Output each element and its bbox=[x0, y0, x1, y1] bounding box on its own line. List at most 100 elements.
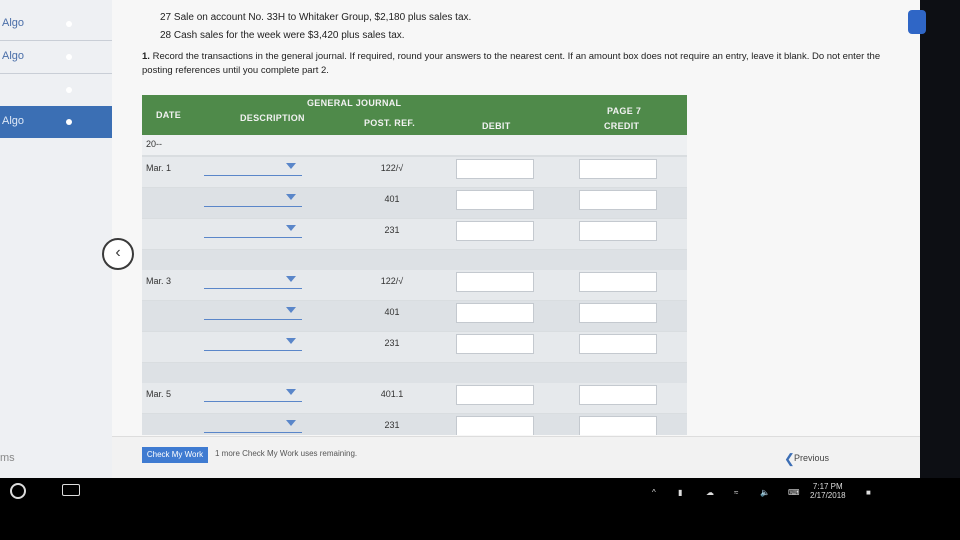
debit-input[interactable] bbox=[456, 272, 534, 292]
sidebar-item-1[interactable]: Algo bbox=[0, 8, 112, 40]
row-post-ref: 401 bbox=[384, 307, 400, 317]
cloud-icon[interactable]: ☁ bbox=[706, 488, 714, 497]
journal-year: 20-- bbox=[146, 139, 163, 149]
journal-header: GENERAL JOURNAL PAGE 7 DATE DESCRIPTION … bbox=[142, 95, 687, 135]
sidebar-item-2[interactable]: Algo bbox=[0, 41, 112, 73]
chevron-down-icon bbox=[286, 420, 296, 426]
journal-row: 231 bbox=[142, 414, 687, 435]
journal-spacer-row bbox=[142, 363, 687, 383]
status-dot bbox=[66, 119, 72, 125]
credit-input[interactable] bbox=[579, 221, 657, 241]
description-dropdown[interactable] bbox=[204, 336, 302, 351]
journal-page-label: PAGE 7 bbox=[607, 106, 642, 116]
description-dropdown[interactable] bbox=[204, 223, 302, 238]
clock-time: 7:17 PM bbox=[812, 482, 843, 491]
description-dropdown[interactable] bbox=[204, 161, 302, 176]
task-view-icon[interactable] bbox=[62, 484, 80, 496]
debit-input[interactable] bbox=[456, 385, 534, 405]
debit-input[interactable] bbox=[456, 303, 534, 323]
sidebar-footer-label: ms bbox=[0, 452, 15, 464]
journal-title: GENERAL JOURNAL bbox=[307, 98, 402, 108]
credit-input[interactable] bbox=[579, 190, 657, 210]
row-date: Mar. 5 bbox=[146, 389, 172, 399]
journal-row: Mar. 3 122/√ bbox=[142, 270, 687, 300]
check-note: 1 more Check My Work uses remaining. bbox=[215, 449, 358, 458]
journal-row: Mar. 1 122/√ bbox=[142, 157, 687, 187]
row-post-ref: 401 bbox=[384, 194, 400, 204]
general-journal: GENERAL JOURNAL PAGE 7 DATE DESCRIPTION … bbox=[142, 95, 687, 435]
volume-icon[interactable]: 🔈 bbox=[760, 488, 770, 497]
sidebar-item-label: Algo bbox=[2, 50, 25, 62]
instruction-text: Record the transactions in the general j… bbox=[142, 51, 881, 76]
notification-icon[interactable]: ■ bbox=[866, 488, 871, 497]
chevron-down-icon bbox=[286, 163, 296, 169]
battery-icon[interactable]: ▮ bbox=[678, 488, 682, 497]
journal-row: 231 bbox=[142, 332, 687, 362]
header-post-ref: POST. REF. bbox=[364, 118, 416, 128]
credit-input[interactable] bbox=[579, 416, 657, 435]
row-post-ref: 231 bbox=[384, 225, 400, 235]
instructions: 1. Record the transactions in the genera… bbox=[142, 50, 912, 78]
sidebar-item-label: Algo bbox=[2, 17, 25, 29]
header-debit: DEBIT bbox=[482, 121, 511, 131]
scrollbar-thumb[interactable] bbox=[908, 10, 926, 34]
description-dropdown[interactable] bbox=[204, 387, 302, 402]
chevron-down-icon bbox=[286, 338, 296, 344]
footer-bar: Check My Work 1 more Check My Work uses … bbox=[112, 436, 920, 479]
description-dropdown[interactable] bbox=[204, 305, 302, 320]
previous-button[interactable]: Previous bbox=[794, 453, 829, 463]
journal-row: Mar. 5 401.1 bbox=[142, 383, 687, 413]
keyboard-icon[interactable]: ⌨ bbox=[788, 488, 800, 497]
journal-row: 231 bbox=[142, 219, 687, 249]
debit-input[interactable] bbox=[456, 221, 534, 241]
debit-input[interactable] bbox=[456, 190, 534, 210]
collapse-sidebar-button[interactable]: ‹ bbox=[102, 238, 134, 270]
wifi-icon[interactable]: ≈ bbox=[734, 488, 738, 497]
row-date: Mar. 1 bbox=[146, 163, 172, 173]
header-date: DATE bbox=[156, 110, 182, 120]
taskbar: ^ ▮ ☁ ≈ 🔈 ⌨ 7:17 PM 2/17/2018 ■ bbox=[0, 478, 960, 540]
chevron-down-icon bbox=[286, 276, 296, 282]
cortana-icon[interactable] bbox=[10, 483, 26, 499]
status-dot bbox=[66, 21, 72, 27]
sidebar: Algo Algo Algo ms bbox=[0, 0, 112, 478]
description-dropdown[interactable] bbox=[204, 274, 302, 289]
question-line-28: 28 Cash sales for the week were $3,420 p… bbox=[160, 30, 405, 41]
system-clock[interactable]: 7:17 PM 2/17/2018 bbox=[810, 482, 846, 500]
credit-input[interactable] bbox=[579, 159, 657, 179]
chevron-down-icon bbox=[286, 225, 296, 231]
journal-row: 401 bbox=[142, 188, 687, 218]
row-post-ref: 401.1 bbox=[380, 389, 404, 399]
description-dropdown[interactable] bbox=[204, 418, 302, 433]
chevron-left-icon: ‹ bbox=[115, 244, 121, 261]
row-post-ref: 231 bbox=[384, 420, 400, 430]
chevron-down-icon bbox=[286, 194, 296, 200]
chevron-down-icon bbox=[286, 307, 296, 313]
row-post-ref: 122/√ bbox=[380, 276, 404, 286]
credit-input[interactable] bbox=[579, 385, 657, 405]
instruction-number: 1. bbox=[142, 51, 150, 62]
credit-input[interactable] bbox=[579, 303, 657, 323]
check-my-work-button[interactable]: Check My Work bbox=[142, 447, 208, 463]
description-dropdown[interactable] bbox=[204, 192, 302, 207]
main-panel: 27 Sale on account No. 33H to Whitaker G… bbox=[112, 0, 926, 478]
chevron-up-icon[interactable]: ^ bbox=[652, 488, 656, 497]
debit-input[interactable] bbox=[456, 334, 534, 354]
question-line-27: 27 Sale on account No. 33H to Whitaker G… bbox=[160, 12, 472, 23]
row-date: Mar. 3 bbox=[146, 276, 172, 286]
credit-input[interactable] bbox=[579, 334, 657, 354]
sidebar-item-4-active[interactable]: Algo bbox=[0, 106, 112, 138]
sidebar-item-label: Algo bbox=[2, 115, 25, 127]
row-post-ref: 122/√ bbox=[380, 163, 404, 173]
clock-date: 2/17/2018 bbox=[810, 491, 846, 500]
header-credit: CREDIT bbox=[604, 121, 640, 131]
row-post-ref: 231 bbox=[384, 338, 400, 348]
credit-input[interactable] bbox=[579, 272, 657, 292]
debit-input[interactable] bbox=[456, 416, 534, 435]
debit-input[interactable] bbox=[456, 159, 534, 179]
journal-spacer-row bbox=[142, 250, 687, 270]
sidebar-item-3[interactable] bbox=[0, 74, 112, 106]
journal-year-row: 20-- bbox=[142, 135, 687, 155]
status-dot bbox=[66, 54, 72, 60]
journal-row: 401 bbox=[142, 301, 687, 331]
